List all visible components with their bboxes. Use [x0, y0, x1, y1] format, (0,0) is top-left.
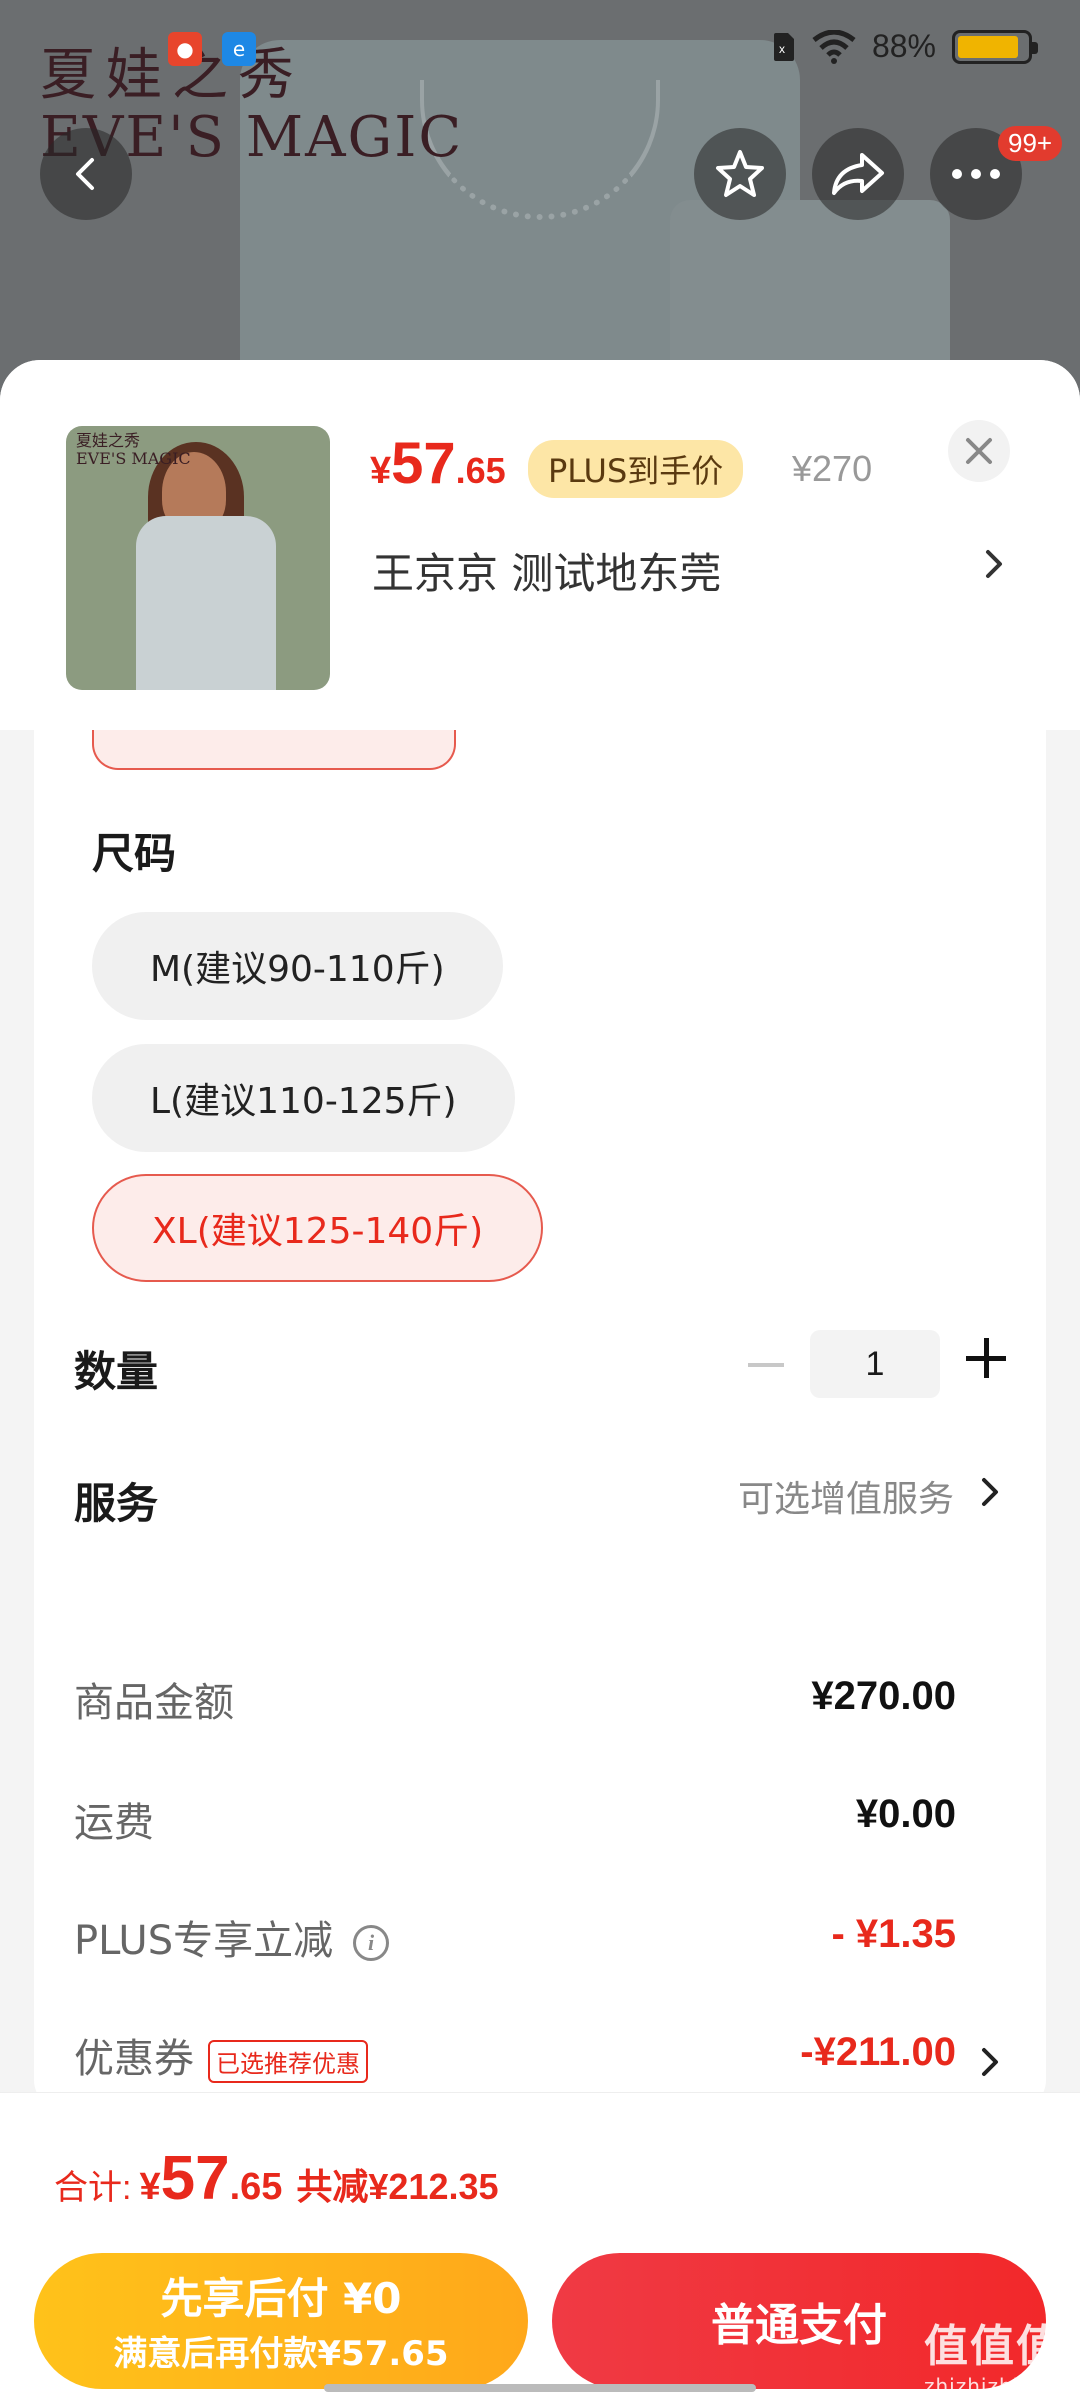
- quantity-increase-button[interactable]: [966, 1338, 1006, 1378]
- size-option-m[interactable]: M(建议90-110斤): [92, 912, 503, 1020]
- chevron-right-icon[interactable]: [980, 1476, 1000, 1508]
- close-icon: [966, 438, 992, 464]
- favorite-button[interactable]: [694, 128, 786, 220]
- status-bar: ● e x 88%: [0, 28, 1080, 78]
- more-icon: [952, 169, 1000, 179]
- quantity-decrease-button[interactable]: [748, 1363, 784, 1367]
- more-badge: 99+: [998, 126, 1063, 161]
- chevron-right-icon[interactable]: [980, 2046, 1000, 2078]
- battery-percent: 88%: [871, 28, 936, 64]
- thumb-model-body: [136, 516, 276, 690]
- site-watermark: 值值值 zhizhizhi.com: [924, 2321, 1073, 2398]
- coupon-tag: 已选推荐优惠: [208, 2039, 368, 2083]
- total-label: 合计:: [54, 2169, 132, 2207]
- checkout-bar: 合计: ¥57.65 共减¥212.35 先享后付 ¥0 满意后再付款¥57.65 …: [0, 2092, 1080, 2400]
- app-notification-icon: ●: [168, 32, 202, 66]
- back-button[interactable]: [40, 128, 132, 220]
- thumb-brand-logo: 夏娃之秀 EVE'S MAGIC: [76, 431, 191, 468]
- close-button[interactable]: [948, 420, 1010, 482]
- total-saved: 共减¥212.35: [296, 2166, 499, 2207]
- goods-amount-value: ¥270.00: [811, 1674, 956, 1718]
- browser-notification-icon: e: [222, 32, 256, 66]
- color-option-selected[interactable]: [92, 730, 456, 770]
- plus-price-tag: PLUS到手价: [528, 440, 744, 498]
- quantity-label: 数量: [74, 1347, 159, 1396]
- battery-fill: [958, 35, 1018, 58]
- size-section-title: 尺码: [92, 829, 177, 878]
- coupon-label: 优惠券: [74, 2036, 194, 2082]
- plus-discount-value: - ¥1.35: [831, 1912, 956, 1956]
- share-icon: [832, 153, 884, 195]
- status-right: x 88%: [772, 28, 1038, 65]
- size-option-xl[interactable]: XL(建议125-140斤): [92, 1174, 544, 1282]
- size-option-l[interactable]: L(建议110-125斤): [92, 1044, 515, 1152]
- battery-icon: [952, 29, 1038, 64]
- delivery-address[interactable]: 王京京 测试地东莞: [372, 540, 721, 601]
- original-price: ¥270: [792, 448, 873, 489]
- plus-discount-label: PLUS专享立减: [74, 1918, 334, 1964]
- order-total: 合计: ¥57.65 共减¥212.35: [54, 2144, 499, 2213]
- coupon-row: 优惠券 已选推荐优惠: [74, 2026, 368, 2084]
- shipping-label: 运费: [74, 1800, 154, 1846]
- sim-icon: x: [773, 32, 794, 61]
- shipping-value: ¥0.00: [855, 1792, 956, 1836]
- back-icon: [76, 158, 94, 190]
- coupon-value[interactable]: -¥211.00: [800, 2030, 956, 2075]
- chevron-right-icon[interactable]: [984, 548, 1004, 580]
- service-label: 服务: [74, 1479, 159, 1528]
- status-notification-icons: ● e: [168, 32, 256, 66]
- product-price: ¥57.65: [370, 431, 506, 496]
- star-icon: [716, 150, 764, 197]
- product-thumbnail[interactable]: 夏娃之秀 EVE'S MAGIC: [66, 426, 330, 690]
- pay-later-button[interactable]: 先享后付 ¥0 满意后再付款¥57.65: [34, 2253, 528, 2389]
- home-indicator[interactable]: [324, 2384, 756, 2392]
- svg-text:x: x: [779, 42, 785, 56]
- plus-discount-row: PLUS专享立减 i: [74, 1908, 390, 1966]
- share-button[interactable]: [812, 128, 904, 220]
- info-icon[interactable]: i: [353, 1925, 390, 1961]
- service-hint[interactable]: 可选增值服务: [738, 1470, 954, 1522]
- goods-amount-label: 商品金额: [74, 1680, 234, 1726]
- wifi-icon: [812, 29, 856, 64]
- quantity-input[interactable]: 1: [810, 1330, 940, 1398]
- sheet-header: 夏娃之秀 EVE'S MAGIC ¥57.65 PLUS到手价 ¥270 王京京 …: [0, 360, 1080, 730]
